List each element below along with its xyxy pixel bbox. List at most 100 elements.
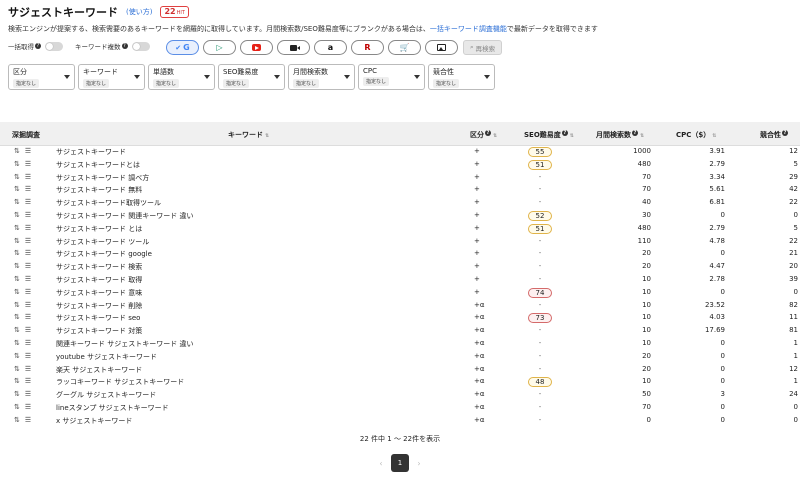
menu-icon[interactable]: ☰: [25, 237, 31, 245]
deep-dive-icon[interactable]: ⇅: [14, 185, 20, 193]
engine-bing-button[interactable]: ▷: [203, 40, 236, 55]
deep-dive-icon[interactable]: ⇅: [14, 301, 20, 309]
menu-icon[interactable]: ☰: [25, 288, 31, 296]
menu-icon[interactable]: ☰: [25, 275, 31, 283]
engine-google-button[interactable]: ✔ G: [166, 40, 199, 55]
multi-keyword-switch[interactable]: [131, 41, 150, 51]
menu-icon[interactable]: ☰: [25, 198, 31, 206]
keyword-cell[interactable]: サジェストキーワードとは: [56, 160, 140, 170]
filter-word-count[interactable]: 単語数 指定なし: [148, 64, 215, 90]
filter-keyword[interactable]: キーワード 指定なし: [78, 64, 145, 90]
filter-seo-difficulty[interactable]: SEO難易度 指定なし: [218, 64, 285, 90]
menu-icon[interactable]: ☰: [25, 224, 31, 232]
keyword-cell[interactable]: サジェストキーワード 関連キーワード 違い: [56, 211, 193, 221]
menu-icon[interactable]: ☰: [25, 249, 31, 257]
column-header-keyword[interactable]: キーワード ⇅: [228, 130, 269, 140]
deep-dive-icon[interactable]: ⇅: [14, 211, 20, 219]
menu-icon[interactable]: ☰: [25, 365, 31, 373]
keyword-cell[interactable]: サジェストキーワード ツール: [56, 237, 149, 247]
menu-icon[interactable]: ☰: [25, 403, 31, 411]
keyword-cell[interactable]: x サジェストキーワード: [56, 416, 132, 426]
engine-amazon-button[interactable]: a: [314, 40, 347, 55]
keyword-cell[interactable]: サジェストキーワード とは: [56, 224, 142, 234]
bulk-fetch-switch[interactable]: [45, 41, 63, 51]
menu-icon[interactable]: ☰: [25, 352, 31, 360]
deep-dive-icon[interactable]: ⇅: [14, 224, 20, 232]
deep-dive-icon[interactable]: ⇅: [14, 288, 20, 296]
menu-icon[interactable]: ☰: [25, 160, 31, 168]
howto-link[interactable]: (使い方): [126, 7, 152, 17]
engine-rakuten-button[interactable]: R: [351, 40, 384, 55]
deep-dive-icon[interactable]: ⇅: [14, 198, 20, 206]
menu-icon[interactable]: ☰: [25, 185, 31, 193]
column-header-competition[interactable]: 競合性?: [760, 130, 788, 140]
next-page-button[interactable]: ›: [409, 459, 429, 468]
keyword-cell[interactable]: 楽天 サジェストキーワード: [56, 365, 142, 375]
menu-icon[interactable]: ☰: [25, 301, 31, 309]
column-header-cpc[interactable]: CPC（$） ⇅: [676, 130, 716, 140]
help-icon[interactable]: ?: [561, 130, 568, 136]
keyword-cell[interactable]: youtube サジェストキーワード: [56, 352, 157, 362]
deep-dive-icon[interactable]: ⇅: [14, 275, 20, 283]
deep-dive-icon[interactable]: ⇅: [14, 237, 20, 245]
deep-dive-icon[interactable]: ⇅: [14, 147, 20, 155]
help-icon[interactable]: ?: [35, 43, 41, 49]
keyword-cell[interactable]: サジェストキーワード取得ツール: [56, 198, 161, 208]
keyword-cell[interactable]: サジェストキーワード 無料: [56, 185, 142, 195]
filter-kind[interactable]: 区分 指定なし: [8, 64, 75, 90]
engine-shopping-button[interactable]: 🛒: [388, 40, 421, 55]
menu-icon[interactable]: ☰: [25, 390, 31, 398]
menu-icon[interactable]: ☰: [25, 416, 31, 424]
column-header-kind[interactable]: 区分? ⇅: [470, 130, 497, 140]
filter-competition[interactable]: 競合性 指定なし: [428, 64, 495, 90]
deep-dive-icon[interactable]: ⇅: [14, 249, 20, 257]
deep-dive-icon[interactable]: ⇅: [14, 339, 20, 347]
deep-dive-icon[interactable]: ⇅: [14, 173, 20, 181]
help-icon[interactable]: ?: [782, 130, 788, 136]
deep-dive-icon[interactable]: ⇅: [14, 390, 20, 398]
keyword-cell[interactable]: ラッコキーワード サジェストキーワード: [56, 377, 184, 387]
keyword-cell[interactable]: サジェストキーワード 検索: [56, 262, 142, 272]
deep-dive-icon[interactable]: ⇅: [14, 377, 20, 385]
page-number-current[interactable]: 1: [391, 454, 409, 472]
column-header-seo[interactable]: SEO難易度? ⇅: [524, 130, 574, 140]
deep-dive-icon[interactable]: ⇅: [14, 403, 20, 411]
engine-video-button[interactable]: [277, 40, 310, 55]
keyword-cell[interactable]: サジェストキーワード 削除: [56, 301, 142, 311]
column-header-volume[interactable]: 月間検索数? ⇅: [596, 130, 644, 140]
engine-image-button[interactable]: [425, 40, 458, 55]
deep-dive-icon[interactable]: ⇅: [14, 262, 20, 270]
prev-page-button[interactable]: ‹: [371, 459, 391, 468]
keyword-cell[interactable]: サジェストキーワード 調べ方: [56, 173, 149, 183]
keyword-cell[interactable]: グーグル サジェストキーワード: [56, 390, 156, 400]
menu-icon[interactable]: ☰: [25, 339, 31, 347]
keyword-cell[interactable]: サジェストキーワード: [56, 147, 126, 157]
menu-icon[interactable]: ☰: [25, 262, 31, 270]
deep-dive-icon[interactable]: ⇅: [14, 326, 20, 334]
help-icon[interactable]: ?: [485, 130, 491, 136]
bulk-keyword-research-link[interactable]: 一括キーワード調査機能: [430, 25, 507, 33]
help-icon[interactable]: ?: [121, 43, 128, 49]
filter-cpc[interactable]: CPC 指定なし: [358, 64, 425, 90]
menu-icon[interactable]: ☰: [25, 147, 31, 155]
deep-dive-icon[interactable]: ⇅: [14, 365, 20, 373]
deep-dive-icon[interactable]: ⇅: [14, 416, 20, 424]
keyword-cell[interactable]: サジェストキーワード seo: [56, 313, 140, 323]
help-icon[interactable]: ?: [632, 130, 638, 136]
keyword-cell[interactable]: サジェストキーワード 意味: [56, 288, 142, 298]
keyword-cell[interactable]: サジェストキーワード 対策: [56, 326, 142, 336]
filter-monthly-volume[interactable]: 月間検索数 指定なし: [288, 64, 355, 90]
menu-icon[interactable]: ☰: [25, 326, 31, 334]
menu-icon[interactable]: ☰: [25, 211, 31, 219]
menu-icon[interactable]: ☰: [25, 313, 31, 321]
engine-youtube-button[interactable]: [240, 40, 273, 55]
research-button[interactable]: ⌕ 再検索: [463, 40, 503, 55]
keyword-cell[interactable]: サジェストキーワード google: [56, 249, 152, 259]
menu-icon[interactable]: ☰: [25, 173, 31, 181]
keyword-cell[interactable]: lineスタンプ サジェストキーワード: [56, 403, 169, 413]
keyword-cell[interactable]: 関連キーワード サジェストキーワード 違い: [56, 339, 193, 349]
keyword-cell[interactable]: サジェストキーワード 取得: [56, 275, 142, 285]
deep-dive-icon[interactable]: ⇅: [14, 352, 20, 360]
menu-icon[interactable]: ☰: [25, 377, 31, 385]
deep-dive-icon[interactable]: ⇅: [14, 313, 20, 321]
